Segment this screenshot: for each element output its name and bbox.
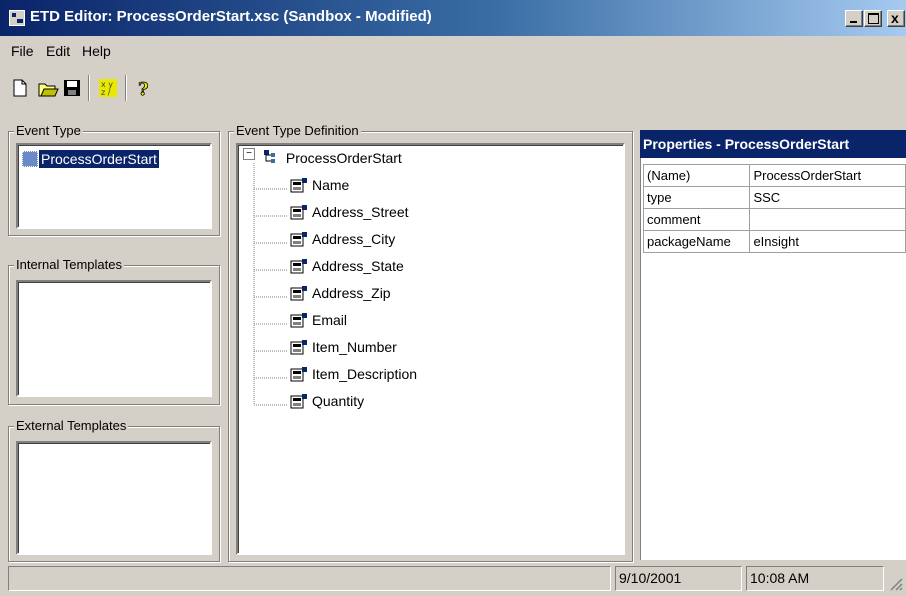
- tree-field-label: Quantity: [312, 393, 365, 409]
- attribute-icon: [290, 259, 307, 274]
- attribute-icon: [290, 178, 307, 193]
- property-row[interactable]: packageName eInsight: [642, 230, 906, 253]
- attribute-icon: [290, 286, 307, 301]
- status-time: 10:08 AM: [746, 566, 884, 591]
- tree-field-label: Item_Description: [312, 366, 418, 382]
- attribute-icon: [290, 205, 307, 220]
- save-button[interactable]: [61, 77, 83, 99]
- attribute-icon: [290, 313, 307, 328]
- menu-help[interactable]: Help: [82, 43, 111, 59]
- grid-icon: x yz /: [99, 79, 117, 97]
- tree-field-label: Address_Zip: [312, 285, 391, 301]
- toolbar-separator: [125, 75, 127, 101]
- property-name: packageName: [642, 230, 751, 253]
- new-button[interactable]: [9, 77, 31, 99]
- grid-button[interactable]: x yz /: [97, 77, 119, 99]
- tree-field-label: Item_Number: [312, 339, 397, 355]
- tree-root-label: ProcessOrderStart: [285, 150, 402, 166]
- attribute-icon: [290, 367, 307, 382]
- property-name: comment: [642, 208, 751, 231]
- property-value[interactable]: ProcessOrderStart: [749, 164, 906, 187]
- internal-templates-list[interactable]: [16, 280, 212, 397]
- tree-field-label: Name: [312, 177, 350, 193]
- open-icon: [38, 83, 59, 97]
- tree-field-label: Email: [312, 312, 348, 328]
- tree-field[interactable]: Quantity: [290, 393, 364, 419]
- tree-root[interactable]: ProcessOrderStart: [262, 149, 402, 175]
- close-button[interactable]: x: [887, 10, 905, 27]
- maximize-button[interactable]: [864, 10, 882, 27]
- tree-field[interactable]: Address_Street: [290, 204, 409, 230]
- property-name: type: [642, 186, 751, 209]
- tree-field[interactable]: Address_State: [290, 258, 404, 284]
- property-row[interactable]: type SSC: [642, 186, 906, 209]
- list-item[interactable]: ProcessOrderStart: [22, 150, 172, 168]
- property-name: (Name): [642, 164, 751, 187]
- tree-field-label: Address_City: [312, 231, 396, 247]
- property-value[interactable]: [749, 208, 906, 231]
- menu-file[interactable]: File: [11, 43, 34, 59]
- svg-text:?: ?: [138, 79, 149, 99]
- tree-field[interactable]: Name: [290, 177, 349, 203]
- open-button[interactable]: [37, 77, 59, 99]
- svg-text:z /: z /: [101, 88, 111, 97]
- tree-field-label: Address_State: [312, 258, 404, 274]
- attribute-icon: [290, 232, 307, 247]
- event-type-definition-label: Event Type Definition: [234, 123, 361, 138]
- internal-templates-label: Internal Templates: [14, 257, 124, 272]
- help-icon: ?: [138, 79, 149, 101]
- help-button[interactable]: ?: [133, 77, 155, 101]
- definition-tree[interactable]: − ProcessOrderStart Name Address_Street Ad…: [236, 143, 625, 555]
- minimize-button[interactable]: [845, 10, 863, 27]
- event-type-label: Event Type: [14, 123, 83, 138]
- toolbar-separator: [88, 75, 90, 101]
- menu-bar: File Edit Help: [0, 36, 906, 66]
- tree-field[interactable]: Email: [290, 312, 347, 338]
- properties-grid: (Name) ProcessOrderStart type SSC comment pac…: [642, 164, 906, 253]
- tree-field[interactable]: Address_City: [290, 231, 395, 257]
- status-message: [8, 566, 611, 591]
- status-date: 9/10/2001: [615, 566, 742, 591]
- property-value[interactable]: eInsight: [749, 230, 906, 253]
- tree-field[interactable]: Item_Description: [290, 366, 417, 392]
- collapse-toggle[interactable]: −: [243, 148, 255, 160]
- toolbar: x yz / ?: [0, 66, 906, 110]
- event-type-item: ProcessOrderStart: [39, 150, 159, 168]
- new-icon: [13, 79, 27, 97]
- save-icon: [64, 80, 80, 96]
- title-bar: ETD Editor: ProcessOrderStart.xsc (Sandb…: [0, 0, 906, 36]
- property-row[interactable]: comment: [642, 208, 906, 231]
- tree-field-label: Address_Street: [312, 204, 409, 220]
- tree-field[interactable]: Address_Zip: [290, 285, 391, 311]
- attribute-icon: [290, 394, 307, 409]
- tree-field[interactable]: Item_Number: [290, 339, 397, 365]
- resize-grip[interactable]: [888, 576, 904, 592]
- menu-edit[interactable]: Edit: [46, 43, 70, 59]
- app-icon: [9, 10, 25, 26]
- event-type-list[interactable]: ProcessOrderStart: [16, 143, 212, 229]
- external-templates-list[interactable]: [16, 441, 212, 555]
- property-value[interactable]: SSC: [749, 186, 906, 209]
- window-title: ETD Editor: ProcessOrderStart.xsc (Sandb…: [30, 8, 432, 25]
- property-row[interactable]: (Name) ProcessOrderStart: [642, 164, 906, 187]
- event-type-icon: [22, 151, 38, 167]
- properties-title: Properties - ProcessOrderStart: [640, 130, 906, 158]
- attribute-icon: [290, 340, 307, 355]
- external-templates-label: External Templates: [14, 418, 129, 433]
- structure-icon: [264, 150, 275, 163]
- properties-panel: (Name) ProcessOrderStart type SSC comment pac…: [640, 158, 906, 560]
